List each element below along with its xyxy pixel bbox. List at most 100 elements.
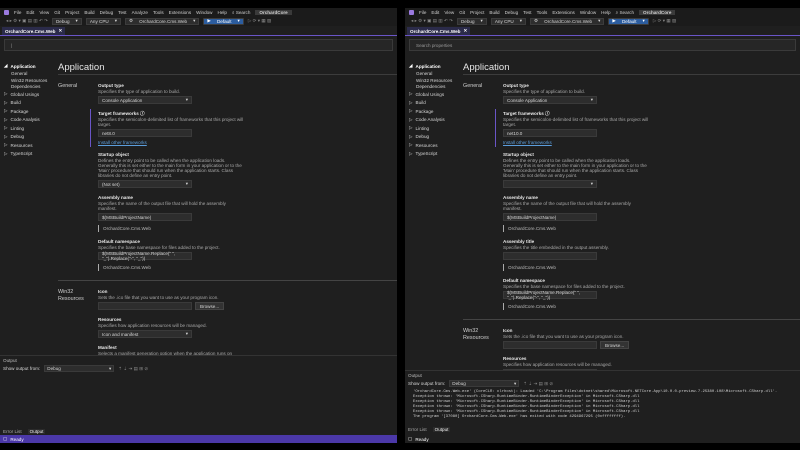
menu-debug[interactable]: Debug: [505, 10, 519, 15]
property-description: Specifies the name of the output file th…: [503, 201, 631, 211]
assembly-name-input[interactable]: $(MSBuildProjectName): [98, 213, 192, 221]
search-properties-input[interactable]: Search properties: [409, 39, 796, 51]
sidebar-item-package[interactable]: ▷ Package: [409, 107, 463, 116]
sidebar-item-linting[interactable]: ▷ Linting: [4, 124, 58, 133]
config-dropdown[interactable]: Debug ▾: [456, 17, 487, 25]
resources-select[interactable]: Icon and manifest ▾: [98, 330, 192, 338]
sidebar-item-global-usings[interactable]: ▷ Global Usings: [409, 90, 463, 99]
search-label: Search: [619, 9, 635, 15]
sidebar-item-label: Code Analysis: [10, 117, 40, 123]
menu-project[interactable]: Project: [65, 10, 79, 15]
assembly-title-input[interactable]: [503, 252, 597, 260]
menu-window[interactable]: Window: [580, 10, 596, 15]
browse-button[interactable]: Browse...: [195, 302, 225, 310]
menu-help[interactable]: Help: [218, 10, 227, 15]
menu-file[interactable]: File: [14, 10, 21, 15]
output-source-select[interactable]: Debug ▾: [449, 380, 520, 387]
output-type-select[interactable]: Console Application ▾: [503, 96, 597, 104]
search-menu[interactable]: ⌕ Search: [616, 10, 634, 15]
chevron-down-icon: ◢: [4, 63, 8, 69]
startup-project-dropdown[interactable]: ⚙ OrchardCore.Cms.Web ▾: [125, 17, 200, 25]
sidebar-item-resources[interactable]: ▷ Resources: [409, 141, 463, 150]
menu-test[interactable]: Test: [118, 10, 126, 15]
sidebar-item-typescript[interactable]: ▷ TypeScript: [4, 150, 58, 159]
sidebar-item-label: TypeScript: [415, 151, 438, 157]
menu-file[interactable]: File: [419, 10, 426, 15]
menu-build[interactable]: Build: [489, 10, 499, 15]
startup-object-select[interactable]: ▾: [503, 180, 597, 188]
tab-output[interactable]: Output: [27, 428, 46, 434]
sidebar-item-application[interactable]: ◢ Application: [4, 62, 58, 71]
close-icon[interactable]: ✕: [58, 28, 62, 34]
section-label: General: [463, 83, 483, 89]
sidebar-item-application[interactable]: ◢ Application: [409, 62, 463, 71]
startup-object-select[interactable]: (Not set) ▾: [98, 180, 192, 188]
menu-tools[interactable]: Tools: [537, 10, 548, 15]
tab-project-properties[interactable]: OrchardCore.Cms.Web ✕: [407, 27, 471, 35]
platform-dropdown[interactable]: Any CPU ▾: [490, 17, 527, 25]
menu-git[interactable]: Git: [54, 10, 60, 15]
menu-help[interactable]: Help: [601, 10, 610, 15]
output-toolbar-icons[interactable]: ⇡ ⇣ ⇥ ▤ ⊞ ⊘: [118, 366, 148, 372]
menu-extensions[interactable]: Extensions: [552, 10, 574, 15]
target-frameworks-input[interactable]: net8.0: [98, 129, 192, 137]
sidebar-item-package[interactable]: ▷ Package: [4, 107, 58, 116]
sidebar-item-debug[interactable]: ▷ Debug: [4, 133, 58, 142]
menu-debug[interactable]: Debug: [100, 10, 114, 15]
menu-extensions[interactable]: Extensions: [169, 10, 191, 15]
output-type-select[interactable]: Console Application ▾: [98, 96, 192, 104]
install-frameworks-link[interactable]: Install other frameworks: [98, 140, 244, 145]
menu-view[interactable]: View: [444, 10, 454, 15]
icon-path-input[interactable]: [503, 341, 597, 349]
sidebar-item-debug[interactable]: ▷ Debug: [409, 133, 463, 142]
run-button[interactable]: ▶ Default ▾: [608, 17, 649, 25]
chevron-down-icon: ▾: [185, 97, 188, 102]
sidebar-item-code-analysis[interactable]: ▷ Code Analysis: [4, 116, 58, 125]
install-frameworks-link[interactable]: Install other frameworks: [503, 140, 649, 145]
tab-project-properties[interactable]: OrchardCore.Cms.Web ✕: [2, 27, 66, 35]
menu-project[interactable]: Project: [470, 10, 484, 15]
output-toolbar-icons[interactable]: ⇡ ⇣ ⇥ ▤ ⊞ ⊘: [523, 381, 553, 387]
menu-edit[interactable]: Edit: [26, 10, 34, 15]
icon-path-input[interactable]: [98, 302, 192, 310]
output-source-select[interactable]: Debug ▾: [44, 365, 115, 372]
sidebar-item-build[interactable]: ▷ Build: [4, 99, 58, 108]
bottom-tabs: Error List Output: [405, 425, 800, 433]
search-properties-input[interactable]: |: [4, 39, 393, 51]
tab-output[interactable]: Output: [432, 426, 451, 432]
sidebar-item-build[interactable]: ▷ Build: [409, 99, 463, 108]
tab-error-list[interactable]: Error List: [408, 427, 427, 432]
search-menu[interactable]: ⌕ Search: [232, 10, 250, 15]
menu-test[interactable]: Test: [523, 10, 531, 15]
menu-window[interactable]: Window: [196, 10, 212, 15]
menu-analyze[interactable]: Analyze: [132, 10, 148, 15]
platform-dropdown[interactable]: Any CPU ▾: [85, 17, 122, 25]
sidebar-item-typescript[interactable]: ▷ TypeScript: [409, 150, 463, 159]
tab-error-list[interactable]: Error List: [3, 429, 22, 434]
target-frameworks-input[interactable]: net10.0: [503, 129, 597, 137]
bottom-tabs: Error List Output: [0, 427, 397, 435]
vs-logo-icon: [409, 9, 414, 15]
assembly-name-input[interactable]: $(MSBuildProjectName): [503, 213, 597, 221]
menu-view[interactable]: View: [39, 10, 49, 15]
startup-project-dropdown[interactable]: ⚙ OrchardCore.Cms.Web ▾: [530, 17, 605, 25]
browse-button[interactable]: Browse...: [600, 341, 630, 349]
default-namespace-input[interactable]: $(MSBuildProjectName.Replace(" ", "_").R…: [503, 290, 597, 300]
sidebar-item-linting[interactable]: ▷ Linting: [409, 124, 463, 133]
sidebar-item-resources[interactable]: ▷ Resources: [4, 141, 58, 150]
close-icon[interactable]: ✕: [463, 28, 467, 34]
default-namespace-input[interactable]: $(MSBuildProjectName.Replace(" ", "_").R…: [98, 251, 192, 261]
platform-value: Any CPU: [89, 18, 109, 24]
menu-tools[interactable]: Tools: [153, 10, 164, 15]
menu-edit[interactable]: Edit: [431, 10, 439, 15]
run-button[interactable]: ▶ Default ▾: [203, 17, 244, 25]
config-dropdown[interactable]: Debug ▾: [51, 17, 82, 25]
sidebar-item-code-analysis[interactable]: ▷ Code Analysis: [409, 116, 463, 125]
menu-git[interactable]: Git: [459, 10, 465, 15]
platform-value: Any CPU: [494, 18, 514, 24]
sidebar-item-global-usings[interactable]: ▷ Global Usings: [4, 90, 58, 99]
property-resources: Resources Specifies how application resou…: [98, 317, 244, 338]
menu-build[interactable]: Build: [84, 10, 94, 15]
output-panel-title: Output: [3, 357, 17, 363]
property-description: Specifies the base namespace for files a…: [98, 245, 220, 250]
